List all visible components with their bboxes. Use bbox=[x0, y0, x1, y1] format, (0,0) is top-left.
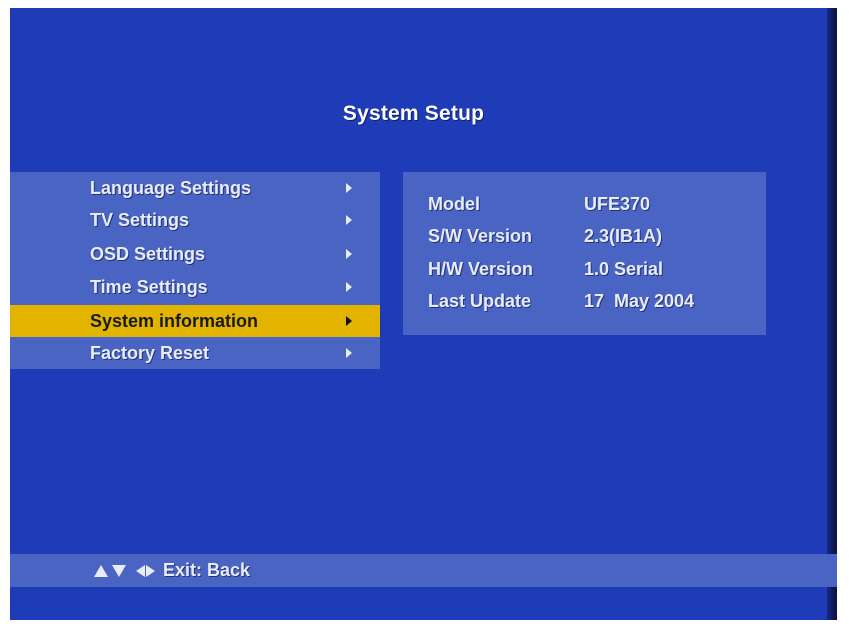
menu-item-system-information[interactable]: System information bbox=[10, 305, 380, 337]
menu-item-tv-settings[interactable]: TV Settings bbox=[10, 204, 380, 236]
menu-item-time-settings[interactable]: Time Settings bbox=[10, 271, 380, 303]
chevron-right-icon bbox=[346, 249, 352, 259]
info-row-sw-version: S/W Version 2.3(IB1A) bbox=[428, 222, 662, 250]
menu-item-label: Time Settings bbox=[90, 276, 208, 297]
info-label: H/W Version bbox=[428, 258, 534, 279]
chevron-right-icon bbox=[346, 316, 352, 326]
page-title: System Setup bbox=[342, 102, 485, 125]
info-value: UFE370 bbox=[584, 193, 651, 214]
help-text: Exit: Back bbox=[94, 560, 250, 581]
up-arrow-icon bbox=[94, 564, 108, 577]
info-value: 2.3(IB1A) bbox=[584, 225, 663, 246]
system-info-panel: Model UFE370 S/W Version 2.3(IB1A) H/W V… bbox=[403, 172, 766, 335]
menu-item-label: Language Settings bbox=[90, 177, 252, 198]
info-value: 1.0 Serial bbox=[584, 258, 664, 279]
menu-item-label: Factory Reset bbox=[90, 342, 210, 363]
menu-item-factory-reset[interactable]: Factory Reset bbox=[10, 337, 380, 369]
info-row-model: Model UFE370 bbox=[428, 190, 650, 218]
info-value: 17 May 2004 bbox=[584, 290, 695, 311]
screen-edge bbox=[827, 8, 837, 620]
info-label: S/W Version bbox=[428, 225, 533, 246]
right-arrow-icon bbox=[146, 564, 155, 577]
info-label: Last Update bbox=[428, 290, 532, 311]
help-bar: Exit: Back bbox=[10, 554, 837, 587]
chevron-right-icon bbox=[346, 282, 352, 292]
down-arrow-icon bbox=[112, 564, 126, 577]
info-label: Model bbox=[428, 193, 480, 214]
menu-item-label: OSD Settings bbox=[90, 243, 206, 264]
osd-screen: System Setup Language Settings TV Settin… bbox=[10, 8, 837, 620]
chevron-right-icon bbox=[346, 348, 352, 358]
menu-item-language-settings[interactable]: Language Settings bbox=[10, 172, 380, 204]
chevron-right-icon bbox=[346, 215, 352, 225]
info-row-last-update: Last Update 17 May 2004 bbox=[428, 287, 694, 315]
left-arrow-icon bbox=[136, 564, 145, 577]
exit-back-hint: Exit: Back bbox=[163, 560, 251, 580]
menu-item-label: System information bbox=[90, 310, 259, 331]
menu-item-label: TV Settings bbox=[90, 209, 190, 230]
menu-item-osd-settings[interactable]: OSD Settings bbox=[10, 238, 380, 270]
chevron-right-icon bbox=[346, 183, 352, 193]
setup-menu: Language Settings TV Settings OSD Settin… bbox=[10, 172, 380, 369]
info-row-hw-version: H/W Version 1.0 Serial bbox=[428, 255, 663, 283]
